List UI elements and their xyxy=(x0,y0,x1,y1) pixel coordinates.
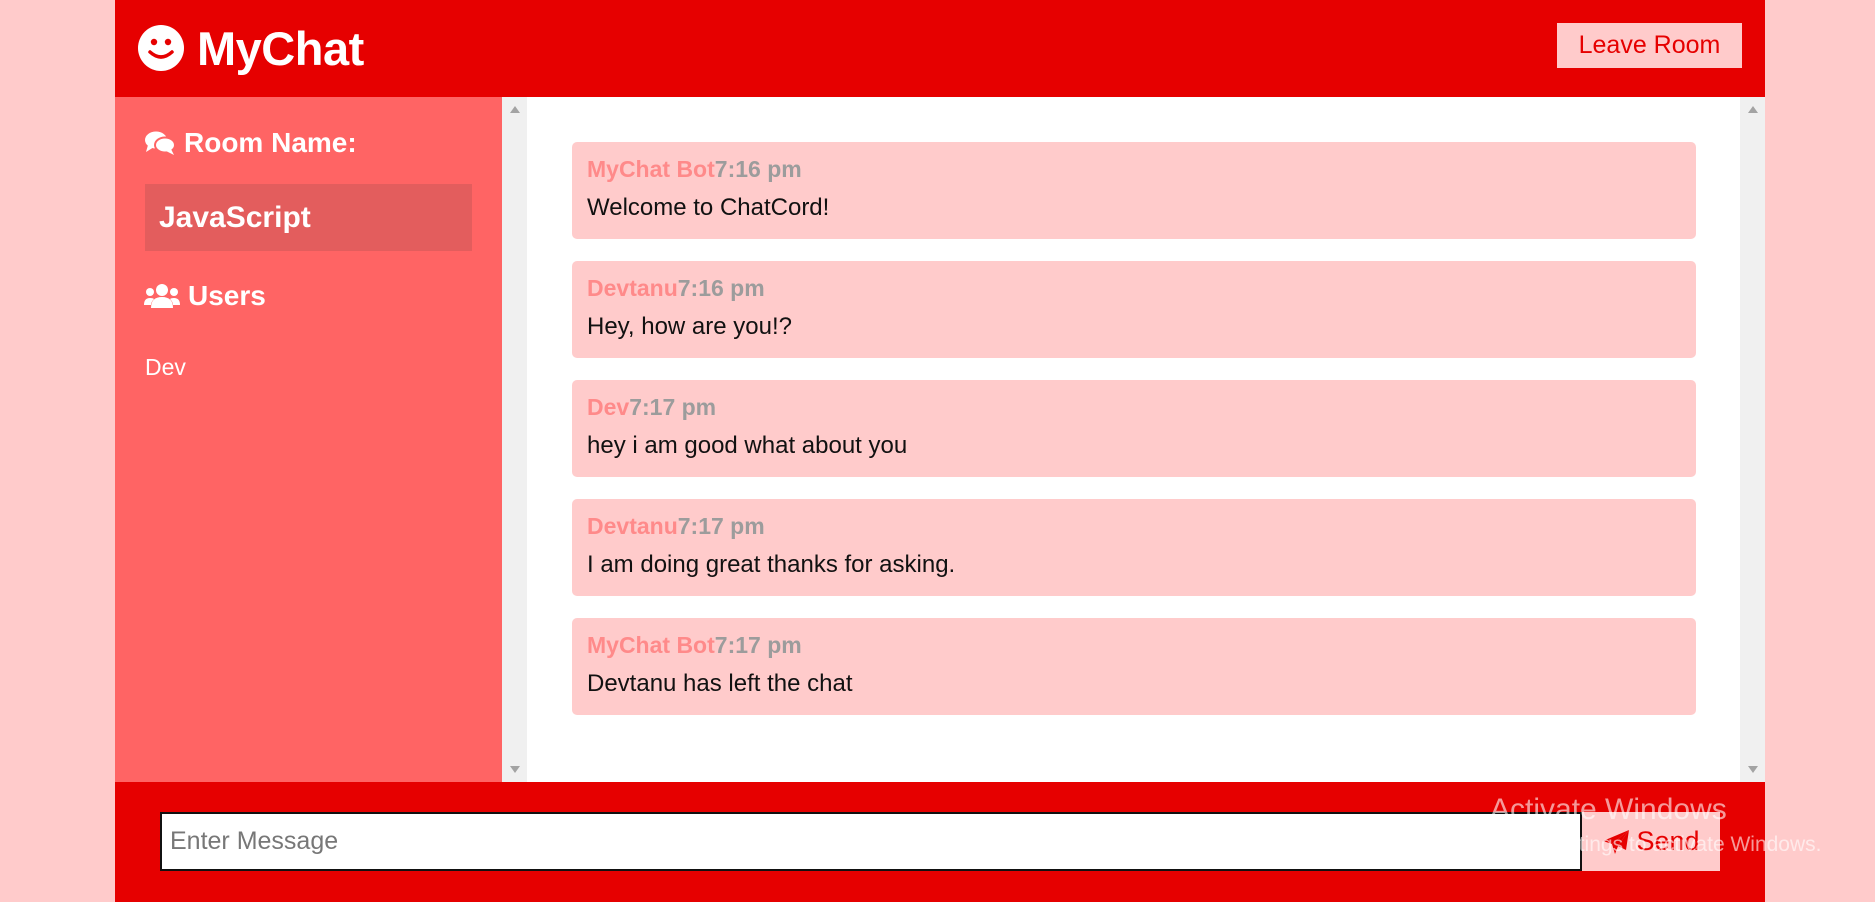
message: MyChat Bot7:17 pm Devtanu has left the c… xyxy=(572,618,1696,715)
message-time: 7:17 pm xyxy=(714,632,802,658)
message: MyChat Bot7:16 pm Welcome to ChatCord! xyxy=(572,142,1696,239)
logo: MyChat xyxy=(137,20,364,76)
room-name-heading: Room Name: xyxy=(144,127,357,159)
message-time: 7:16 pm xyxy=(714,156,802,182)
comments-icon xyxy=(145,131,176,155)
message-time: 7:17 pm xyxy=(629,394,717,420)
message-time: 7:16 pm xyxy=(677,275,765,301)
message: Devtanu7:17 pm I am doing great thanks f… xyxy=(572,499,1696,596)
sidebar-scrollbar[interactable] xyxy=(502,97,527,782)
message-text: Welcome to ChatCord! xyxy=(587,194,830,221)
message: Dev7:17 pm hey i am good what about you xyxy=(572,380,1696,477)
message-time: 7:17 pm xyxy=(677,513,765,539)
users-icon xyxy=(144,284,180,308)
message-meta: Dev7:17 pm xyxy=(587,394,1681,426)
chat-form: Send xyxy=(115,782,1765,902)
scroll-up-arrow-icon[interactable] xyxy=(510,106,520,113)
room-name-label: Room Name: xyxy=(184,127,357,158)
user-item: Dev xyxy=(145,354,186,380)
smile-icon xyxy=(138,25,184,71)
message-text: I am doing great thanks for asking. xyxy=(587,551,956,578)
message-user: MyChat Bot xyxy=(587,632,715,658)
message-user: Dev xyxy=(587,394,630,420)
message-meta: MyChat Bot7:17 pm xyxy=(587,632,1681,664)
message-user: Devtanu xyxy=(587,513,678,539)
app-title: MyChat xyxy=(197,21,364,75)
paper-plane-icon xyxy=(1603,829,1630,854)
message-text: Hey, how are you!? xyxy=(587,313,792,340)
chat-app: MyChat Leave Room Room Name: JavaScript xyxy=(115,0,1765,902)
message-text: hey i am good what about you xyxy=(587,432,908,459)
message-meta: Devtanu7:16 pm xyxy=(587,275,1681,307)
message-user: Devtanu xyxy=(587,275,678,301)
message-meta: Devtanu7:17 pm xyxy=(587,513,1681,545)
chat-messages: MyChat Bot7:16 pm Welcome to ChatCord! D… xyxy=(527,97,1740,782)
scroll-up-arrow-icon[interactable] xyxy=(1748,106,1758,113)
message: Devtanu7:16 pm Hey, how are you!? xyxy=(572,261,1696,358)
message-input[interactable] xyxy=(160,812,1582,871)
message-text: Devtanu has left the chat xyxy=(587,670,853,697)
scroll-down-arrow-icon[interactable] xyxy=(1748,766,1758,773)
leave-room-button[interactable]: Leave Room xyxy=(1557,23,1742,68)
users-heading: Users xyxy=(144,280,266,312)
room-name: JavaScript xyxy=(145,184,472,251)
message-user: MyChat Bot xyxy=(587,156,715,182)
users-label: Users xyxy=(188,280,266,311)
sidebar: Room Name: JavaScript Users Dev xyxy=(115,97,502,782)
scroll-down-arrow-icon[interactable] xyxy=(510,766,520,773)
message-meta: MyChat Bot7:16 pm xyxy=(587,156,1681,188)
header: MyChat Leave Room xyxy=(115,0,1765,97)
send-label: Send xyxy=(1636,826,1700,856)
chat-scrollbar[interactable] xyxy=(1740,97,1765,782)
send-button[interactable]: Send xyxy=(1582,812,1720,871)
